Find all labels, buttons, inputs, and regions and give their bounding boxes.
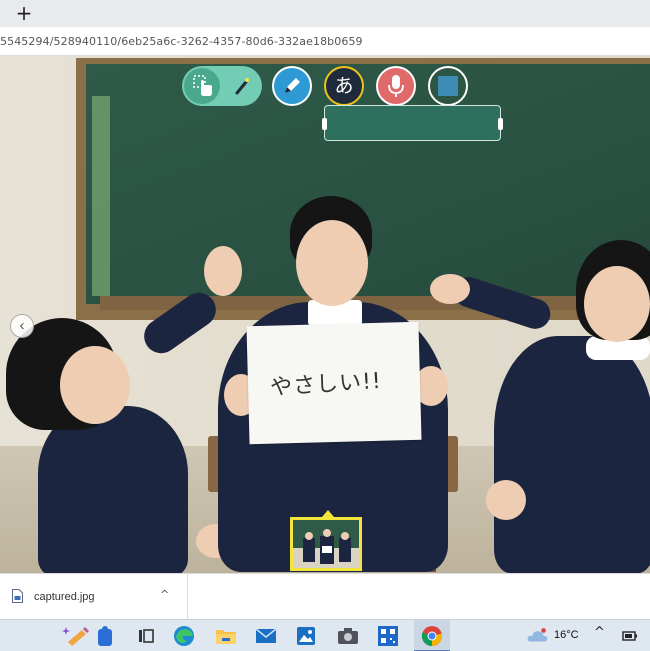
mail-icon[interactable] xyxy=(254,624,278,648)
task-view-icon[interactable] xyxy=(134,624,158,648)
photos-app-icon[interactable] xyxy=(294,624,318,648)
battery-icon[interactable] xyxy=(618,624,642,648)
camera-view: やさしい!! あ ‹ xyxy=(0,56,650,573)
camera-app-icon[interactable] xyxy=(336,624,360,648)
active-app-highlight[interactable] xyxy=(414,620,450,651)
search-highlights-icon[interactable] xyxy=(62,624,118,648)
download-file-name[interactable]: captured.jpg xyxy=(34,591,95,603)
text-tool-button[interactable]: あ xyxy=(324,66,364,106)
shape-tool-button[interactable] xyxy=(428,66,468,106)
textbox-left-handle[interactable] xyxy=(322,118,327,130)
handheld-sign: やさしい!! xyxy=(246,321,422,445)
address-bar[interactable]: 5545294/528940110/6eb25a6c-3262-4357-80d… xyxy=(0,27,650,56)
download-item[interactable]: captured.jpg ^ xyxy=(0,574,188,620)
sign-text: やさしい!! xyxy=(269,368,383,401)
previous-arrow-button[interactable]: ‹ xyxy=(10,314,34,338)
weather-cloud-icon[interactable] xyxy=(526,624,550,648)
pencil-icon xyxy=(285,78,300,93)
tab-strip: + xyxy=(0,0,650,27)
file-explorer-icon[interactable] xyxy=(214,624,238,648)
textbox-right-handle[interactable] xyxy=(498,118,503,130)
pen-tool-button[interactable] xyxy=(272,66,312,106)
hiragana-a-icon: あ xyxy=(334,75,354,97)
annotation-text-box[interactable] xyxy=(322,105,503,141)
microphone-icon xyxy=(388,75,404,97)
show-hidden-icons-chevron[interactable]: ^ xyxy=(594,625,605,640)
magic-wand-icon xyxy=(235,78,249,95)
download-options-chevron[interactable]: ^ xyxy=(160,588,169,601)
download-bar: captured.jpg ^ xyxy=(0,573,650,620)
edge-browser-icon[interactable] xyxy=(172,624,196,648)
square-icon xyxy=(438,76,458,96)
taskbar: 16°C ^ xyxy=(0,619,650,651)
chrome-icon xyxy=(421,626,443,647)
thumbnail-caret xyxy=(322,510,334,517)
snapshot-thumbnail[interactable] xyxy=(290,517,362,571)
voice-tool-button[interactable] xyxy=(376,66,416,106)
select-mode-toggle[interactable] xyxy=(182,66,262,106)
file-icon xyxy=(12,589,23,603)
url-text[interactable]: 5545294/528940110/6eb25a6c-3262-4357-80d… xyxy=(0,35,363,48)
temperature-readout[interactable]: 16°C xyxy=(554,629,579,641)
thumbnail-image xyxy=(293,520,359,568)
new-tab-button[interactable]: + xyxy=(12,2,36,24)
hand-pointer-icon xyxy=(193,75,212,96)
qr-code-app-icon[interactable] xyxy=(376,624,400,648)
blackboard xyxy=(86,64,650,304)
board-magnet-strip xyxy=(92,96,110,296)
